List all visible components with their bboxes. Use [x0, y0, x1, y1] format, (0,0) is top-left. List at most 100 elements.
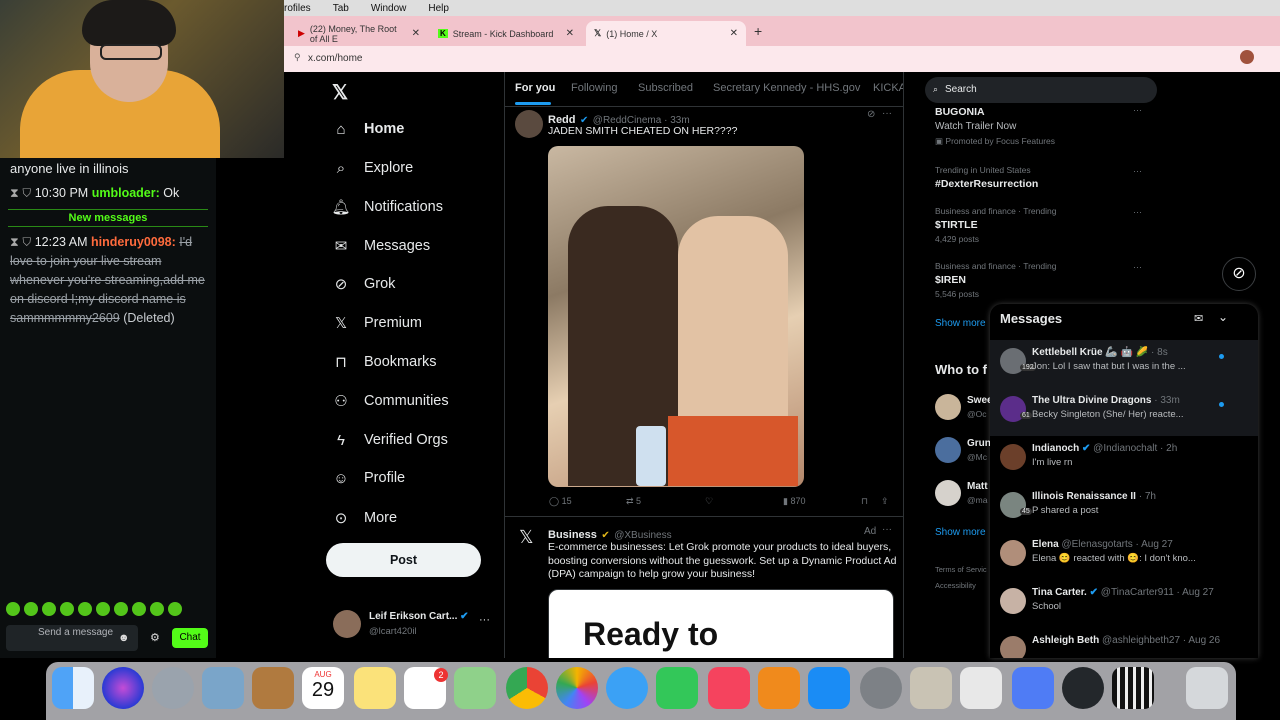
nav-notifications[interactable]: 🔔︎ Notifications — [331, 198, 443, 216]
follow-name[interactable]: Grun — [967, 438, 991, 449]
browser-tab[interactable]: K Stream - Kick Dashboard ✕ — [430, 21, 582, 46]
tab-following[interactable]: Following — [571, 82, 617, 94]
browser-tab[interactable]: ▶ (22) Money, The Root of All E ✕ — [290, 21, 428, 46]
new-message-icon[interactable]: ✉ — [1194, 312, 1203, 325]
ad-card[interactable]: Ready to — [548, 589, 894, 658]
collapse-chevron-icon[interactable]: ⌄ — [1218, 310, 1228, 324]
nav-more[interactable]: ⊙ More — [332, 509, 397, 527]
avatar[interactable] — [935, 394, 961, 420]
photo-booth-icon[interactable] — [910, 667, 952, 709]
follow-name[interactable]: Matt — [967, 481, 988, 492]
menu-item[interactable]: Tab — [333, 3, 349, 14]
notebook-icon[interactable] — [252, 667, 294, 709]
nav-communities[interactable]: ⚇ Communities — [332, 392, 448, 410]
grok-icon[interactable]: ⊘ — [1222, 257, 1256, 291]
reply-count[interactable]: ◯ 15 — [549, 496, 572, 507]
avatar[interactable] — [935, 437, 961, 463]
dm-thread[interactable]: 45 Illinois Renaissance II · 7h P shared… — [990, 484, 1258, 532]
close-icon[interactable]: ✕ — [566, 28, 574, 39]
account-switcher[interactable]: Leif Erikson Cart... ✔ @lcart420il ··· — [333, 608, 493, 642]
chat-username[interactable]: umbloader: — [92, 186, 160, 200]
dm-thread[interactable]: Indianoch ✔ @Indianochalt · 2h I'm live … — [990, 436, 1258, 484]
tab-subscribed[interactable]: Subscribed — [638, 82, 693, 94]
app-store-icon[interactable] — [808, 667, 850, 709]
dm-thread[interactable]: Tina Carter. ✔ @TinaCarter911 · Aug 27 S… — [990, 580, 1258, 628]
search-input[interactable]: Search — [925, 77, 1157, 103]
trash-icon[interactable] — [1186, 667, 1228, 709]
chrome-icon[interactable] — [506, 667, 548, 709]
avatar[interactable] — [935, 480, 961, 506]
follow-name[interactable]: Swee — [967, 395, 993, 406]
x-logo-icon[interactable]: 𝕏 — [332, 80, 348, 105]
show-more-link[interactable]: Show more — [935, 318, 986, 329]
avatar[interactable] — [515, 110, 543, 138]
dm-thread[interactable]: 192 Kettlebell Krüe 🦾 🤖 🌽 · 8s Jon: Lol … — [990, 340, 1258, 388]
notes-icon[interactable] — [354, 667, 396, 709]
more-dots-icon[interactable]: ··· — [1133, 207, 1142, 217]
obs-icon[interactable] — [1062, 667, 1104, 709]
finder-icon[interactable] — [52, 667, 94, 709]
chat-username[interactable]: hinderuy0098: — [91, 235, 176, 249]
more-dots-icon[interactable]: ··· — [1133, 166, 1142, 176]
nav-bookmarks[interactable]: ⊓ Bookmarks — [332, 353, 436, 371]
piano-icon[interactable] — [1112, 667, 1154, 709]
photos-icon[interactable] — [556, 667, 598, 709]
close-icon[interactable]: ✕ — [730, 28, 738, 39]
tab-list[interactable]: Secretary Kennedy - HHS.gov — [713, 82, 860, 94]
menu-item[interactable]: rofiles — [284, 3, 311, 14]
emoji-icon[interactable]: ☻ — [118, 632, 130, 644]
dm-thread[interactable]: Elena @Elenasgotarts · Aug 27 Elena 😊 re… — [990, 532, 1258, 580]
footer-link[interactable]: Accessibility — [935, 581, 976, 590]
share-icon[interactable]: ⇪ — [881, 496, 889, 507]
settings-gear-icon[interactable]: ⚙ — [150, 631, 160, 644]
launchpad-icon[interactable] — [152, 667, 194, 709]
tab-for-you[interactable]: For you — [515, 82, 555, 94]
close-icon[interactable]: ✕ — [412, 28, 420, 39]
more-dots-icon[interactable]: ··· — [882, 108, 892, 119]
grok-icon[interactable]: ⊘ — [867, 109, 875, 120]
profile-avatar[interactable] — [1240, 50, 1254, 64]
dm-thread[interactable]: Ashleigh Beth @ashleighbeth27 · Aug 26 — [990, 628, 1258, 658]
maps-icon[interactable] — [454, 667, 496, 709]
siri-icon[interactable] — [102, 667, 144, 709]
printer-icon[interactable] — [960, 667, 1002, 709]
more-dots-icon[interactable]: ··· — [1133, 105, 1142, 115]
repost-count[interactable]: ⇄ 5 — [626, 496, 641, 507]
show-more-link[interactable]: Show more — [935, 527, 986, 538]
nav-home[interactable]: ⌂ Home — [332, 120, 404, 138]
system-settings-icon[interactable] — [860, 667, 902, 709]
roblox-icon[interactable] — [1012, 667, 1054, 709]
calendar-icon[interactable]: AUG 29 — [302, 667, 344, 709]
messages-app-icon[interactable] — [606, 667, 648, 709]
books-icon[interactable] — [758, 667, 800, 709]
promo-title[interactable]: BUGONIA — [935, 106, 985, 118]
nav-premium[interactable]: 𝕏 Premium — [332, 314, 422, 332]
tweet-image[interactable] — [548, 146, 804, 487]
nav-verified-orgs[interactable]: ϟ Verified Orgs — [332, 431, 448, 449]
nav-messages[interactable]: ✉ Messages — [332, 237, 430, 255]
footer-link[interactable]: Terms of Servic — [935, 565, 987, 574]
music-icon[interactable] — [708, 667, 750, 709]
post-button[interactable]: Post — [326, 543, 481, 577]
preview-icon[interactable] — [202, 667, 244, 709]
tab-list[interactable]: KICKA — [873, 82, 903, 94]
like-icon[interactable]: ♡ — [705, 496, 713, 507]
more-dots-icon[interactable]: ··· — [882, 524, 892, 535]
nav-explore[interactable]: ⌕ Explore — [332, 159, 413, 177]
view-count[interactable]: ▮ 870 — [783, 496, 805, 507]
bookmark-icon[interactable]: ⊓ — [861, 496, 868, 507]
x-logo-icon[interactable]: 𝕏 — [519, 527, 534, 548]
new-tab-plus-icon[interactable]: + — [754, 23, 762, 39]
facetime-icon[interactable] — [656, 667, 698, 709]
trend-item[interactable]: #DexterResurrection — [935, 178, 1038, 190]
trend-item[interactable]: $IREN — [935, 274, 966, 286]
menu-item[interactable]: Help — [428, 3, 449, 14]
emote-bar[interactable] — [6, 602, 206, 618]
more-dots-icon[interactable]: ··· — [1133, 262, 1142, 272]
dm-thread[interactable]: 61 The Ultra Divine Dragons · 33m Becky … — [990, 388, 1258, 436]
trend-item[interactable]: $TIRTLE — [935, 219, 978, 231]
url-field[interactable]: x.com/home — [290, 49, 1190, 69]
nav-grok[interactable]: ⊘ Grok — [332, 275, 396, 293]
more-dots-icon[interactable]: ··· — [479, 614, 490, 626]
menu-item[interactable]: Window — [371, 3, 407, 14]
